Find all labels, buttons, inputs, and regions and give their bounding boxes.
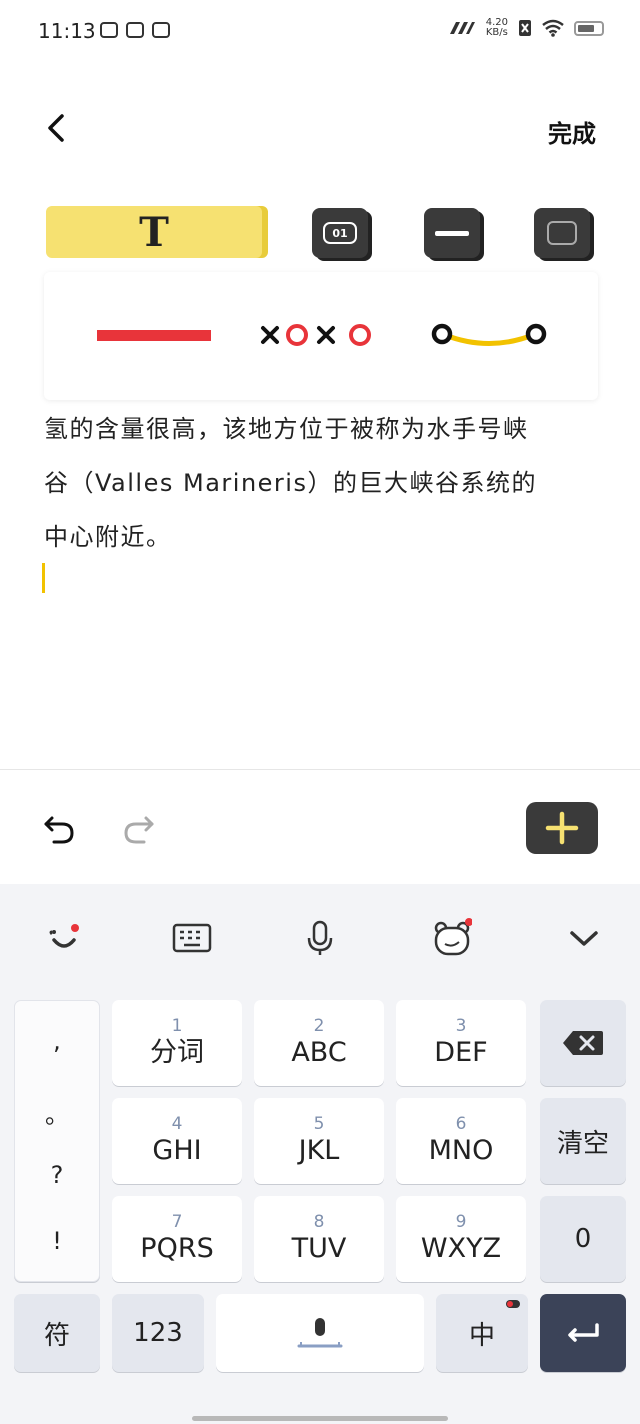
divider-line-tab[interactable] <box>424 208 480 258</box>
status-time: 11:13 <box>38 19 96 43</box>
text-cursor <box>42 563 45 593</box>
bracket-block-tab[interactable] <box>534 208 590 258</box>
key-0[interactable]: 0 <box>540 1196 626 1282</box>
punct-period[interactable]: 。 <box>15 1095 99 1130</box>
space-key[interactable] <box>216 1294 424 1372</box>
network-speed-unit: KB/s <box>485 27 508 38</box>
space-mic-icon <box>297 1318 343 1348</box>
number-tab-label: 01 <box>323 222 357 244</box>
key-label: GHI <box>152 1135 202 1166</box>
key-number: 3 <box>455 1016 467 1036</box>
plus-icon <box>545 811 579 845</box>
collapse-keyboard-icon[interactable] <box>564 918 604 958</box>
text-line: 中心附近。 <box>44 523 172 551</box>
key-label: MNO <box>428 1135 494 1166</box>
key-number: 2 <box>313 1016 325 1036</box>
cross-circle-pattern-icon <box>261 324 371 346</box>
numbered-list-tab[interactable]: 01 <box>312 208 368 258</box>
key-number: 8 <box>313 1212 325 1232</box>
app-notification-icon <box>126 22 144 38</box>
notification-icons <box>100 22 170 38</box>
status-right: 4.20 KB/s <box>448 18 604 38</box>
key-5[interactable]: 5 JKL <box>254 1098 384 1184</box>
du-bear-icon[interactable] <box>432 918 472 958</box>
punct-comma[interactable]: , <box>15 1027 99 1055</box>
key-label: JKL <box>298 1135 340 1166</box>
numeric-key[interactable]: 123 <box>112 1294 204 1372</box>
key-label: DEF <box>434 1037 488 1068</box>
divider-line-icon <box>435 230 469 236</box>
battery-icon <box>574 20 604 36</box>
key-7[interactable]: 7 PQRS <box>112 1196 242 1282</box>
language-key[interactable]: 中 <box>436 1294 528 1372</box>
zero-key-label: 0 <box>574 1224 592 1254</box>
text-tab-glyph: T <box>139 208 169 256</box>
punct-question[interactable]: ? <box>15 1161 99 1189</box>
toolbar-divider <box>0 769 640 770</box>
key-2[interactable]: 2 ABC <box>254 1000 384 1086</box>
signal-icon <box>449 22 475 34</box>
redo-icon[interactable] <box>118 808 158 848</box>
key-8[interactable]: 8 TUV <box>254 1196 384 1282</box>
key-number: 6 <box>455 1114 467 1134</box>
done-button[interactable]: 完成 <box>548 114 596 149</box>
bracket-block-icon <box>547 221 577 245</box>
key-1[interactable]: 1 分词 <box>112 1000 242 1086</box>
clear-key[interactable]: 清空 <box>540 1098 626 1184</box>
keyboard-icon[interactable] <box>172 918 212 958</box>
key-number: 9 <box>455 1212 467 1232</box>
enter-icon <box>568 1323 599 1342</box>
key-label: WXYZ <box>420 1233 502 1264</box>
key-number: 1 <box>171 1016 183 1036</box>
video-icon <box>100 22 118 38</box>
key-number: 5 <box>313 1114 325 1134</box>
key-label: ABC <box>291 1037 347 1068</box>
solid-line-icon <box>97 329 211 341</box>
symbol-key-label: 符 <box>43 1320 70 1351</box>
yellow-curve-divider-option[interactable] <box>424 308 554 362</box>
undo-icon[interactable] <box>40 808 80 848</box>
key-label: TUV <box>291 1233 347 1264</box>
punct-exclaim[interactable]: ! <box>15 1227 99 1255</box>
add-button[interactable] <box>526 802 598 854</box>
back-icon[interactable] <box>38 108 78 148</box>
solid-red-divider-option[interactable] <box>84 308 224 362</box>
divider-style-panel <box>44 272 598 400</box>
backspace-icon <box>563 1031 603 1055</box>
numeric-key-label: 123 <box>133 1318 183 1348</box>
key-number: 7 <box>171 1212 183 1232</box>
key-label: 分词 <box>150 1037 204 1068</box>
yellow-curve-icon <box>431 323 547 346</box>
app-notification-icon <box>152 22 170 38</box>
status-bar: 11:13 4.20 KB/s <box>0 0 640 62</box>
backspace-key[interactable] <box>540 1000 626 1086</box>
sim-off-icon <box>519 20 531 36</box>
key-3[interactable]: 3 DEF <box>396 1000 526 1086</box>
punctuation-column[interactable]: , 。 ? ! <box>14 1000 100 1282</box>
wifi-icon <box>542 19 564 37</box>
microphone-icon[interactable] <box>300 918 340 958</box>
key-6[interactable]: 6 MNO <box>396 1098 526 1184</box>
network-speed: 4.20 KB/s <box>486 18 508 38</box>
cross-circle-divider-option[interactable] <box>254 308 384 362</box>
language-key-label: 中 <box>468 1320 495 1351</box>
home-indicator[interactable] <box>192 1416 448 1421</box>
text-line: 氢的含量很高，该地方位于被称为水手号峡 <box>44 415 529 443</box>
text-line: 谷（Valles Marineris）的巨大峡谷系统的 <box>44 469 537 497</box>
note-body[interactable]: 氢的含量很高，该地方位于被称为水手号峡 谷（Valles Marineris）的… <box>44 402 596 564</box>
emoji-icon[interactable] <box>44 918 84 958</box>
enter-key[interactable] <box>540 1294 626 1372</box>
lang-toggle-icon <box>506 1300 520 1308</box>
key-9[interactable]: 9 WXYZ <box>396 1196 526 1282</box>
text-style-tab[interactable]: T <box>46 206 262 258</box>
symbol-key[interactable]: 符 <box>14 1294 100 1372</box>
key-number: 4 <box>171 1114 183 1134</box>
clear-key-label: 清空 <box>556 1128 609 1159</box>
key-label: PQRS <box>140 1233 214 1264</box>
key-4[interactable]: 4 GHI <box>112 1098 242 1184</box>
